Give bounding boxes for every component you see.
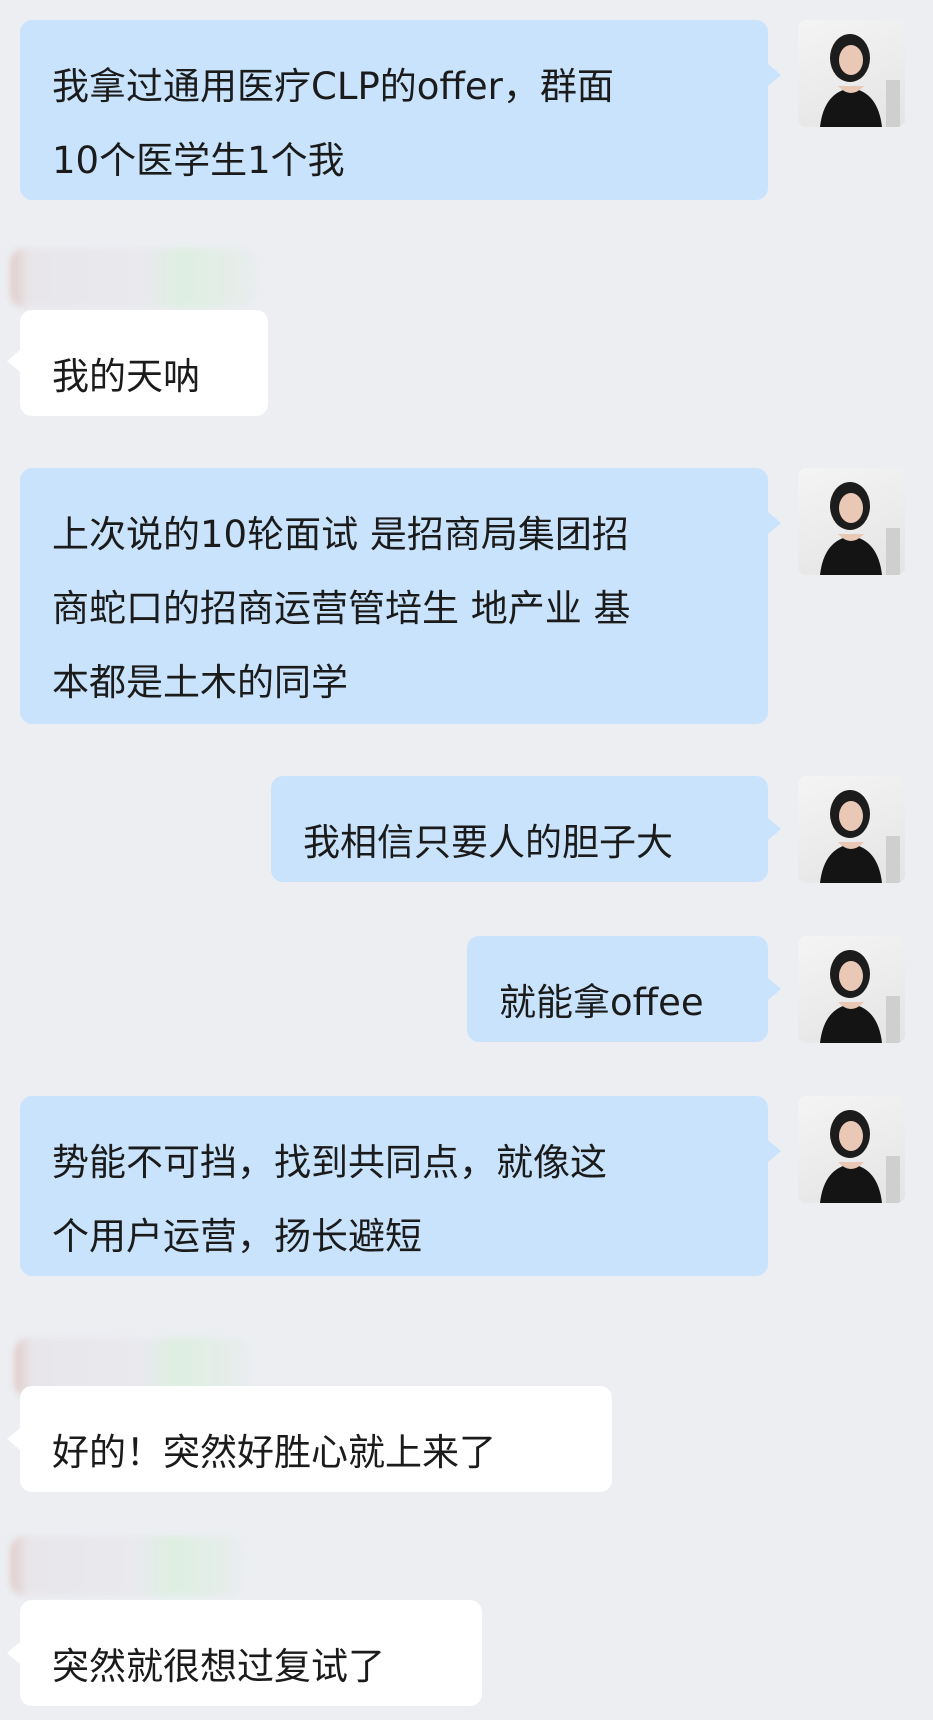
bubble-tail (7, 1642, 20, 1664)
message-bubble-outgoing[interactable]: 我拿过通用医疗CLP的offer，群面 10个医学生1个我 (20, 20, 768, 200)
bubble-tail (768, 64, 781, 86)
message-bubble-outgoing[interactable]: 我相信只要人的胆子大 (271, 776, 768, 882)
message-bubble-incoming[interactable]: 突然就很想过复试了 (20, 1600, 482, 1706)
message-bubble-incoming[interactable]: 好的！突然好胜心就上来了 (20, 1386, 612, 1492)
profile-photo-icon (820, 790, 900, 883)
avatar[interactable] (798, 936, 905, 1043)
avatar[interactable] (798, 776, 905, 883)
bubble-tail (768, 978, 781, 1000)
profile-photo-icon (820, 34, 900, 127)
message-bubble-outgoing[interactable]: 就能拿offee (467, 936, 768, 1042)
contact-name-blurred (10, 248, 255, 308)
bubble-tail (768, 818, 781, 840)
avatar[interactable] (798, 468, 905, 575)
bubble-tail (7, 350, 20, 372)
profile-photo-icon (820, 482, 900, 575)
profile-photo-icon (820, 1110, 900, 1203)
bubble-tail (7, 1428, 20, 1450)
message-bubble-outgoing[interactable]: 势能不可挡，找到共同点，就像这 个用户运营，扬长避短 (20, 1096, 768, 1276)
bubble-tail (768, 512, 781, 534)
message-bubble-outgoing[interactable]: 上次说的10轮面试 是招商局集团招 商蛇口的招商运营管培生 地产业 基 本都是土… (20, 468, 768, 724)
profile-photo-icon (820, 950, 900, 1043)
chat-area: 我拿过通用医疗CLP的offer，群面 10个医学生1个我 我的天呐 上次说的1… (0, 0, 933, 1720)
message-bubble-incoming[interactable]: 我的天呐 (20, 310, 268, 416)
avatar[interactable] (798, 1096, 905, 1203)
bubble-tail (768, 1140, 781, 1162)
contact-name-blurred (10, 1536, 242, 1596)
avatar[interactable] (798, 20, 905, 127)
